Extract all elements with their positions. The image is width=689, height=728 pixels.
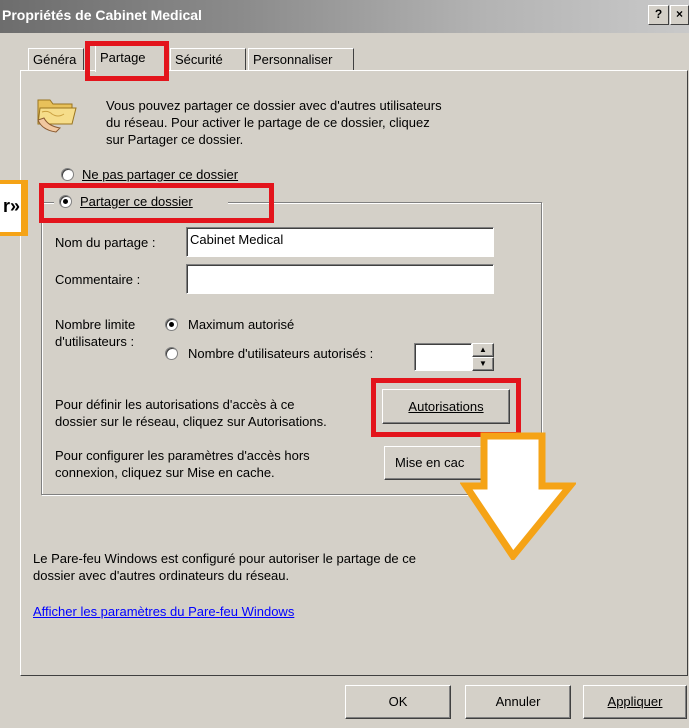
shared-folder-icon <box>37 99 77 133</box>
permissions-text: Pour définir les autorisations d'accès à… <box>55 396 327 430</box>
apply-button[interactable]: Appliquer <box>583 685 687 719</box>
share-name-input[interactable]: Cabinet Medical <box>186 227 494 257</box>
tab-personnaliser[interactable]: Personnaliser <box>248 48 354 70</box>
highlight-partage-tab <box>85 41 169 81</box>
max-users-label[interactable]: Maximum autorisé <box>188 316 294 333</box>
properties-dialog: Propriétés de Cabinet Medical ? × Généra… <box>0 0 689 728</box>
firewall-text: Le Pare-feu Windows est configuré pour a… <box>33 550 416 584</box>
help-button[interactable]: ? <box>648 5 669 25</box>
intro-line-2: du réseau. Pour activer le partage de ce… <box>106 115 430 130</box>
highlight-share-radio <box>39 183 274 223</box>
down-arrow-icon <box>460 432 576 560</box>
callout-text: r» <box>0 184 21 232</box>
user-limit-label-2: d'utilisateurs : <box>55 334 135 349</box>
user-count-radio[interactable] <box>165 347 178 360</box>
tab-securite[interactable]: Sécurité <box>170 48 246 70</box>
no-share-label[interactable]: Ne pas partager ce dossier <box>82 166 238 183</box>
user-limit-label-1: Nombre limite <box>55 317 136 332</box>
window-title: Propriétés de Cabinet Medical <box>2 7 202 23</box>
max-users-radio[interactable] <box>165 318 178 331</box>
title-bar[interactable]: Propriétés de Cabinet Medical ? × <box>0 0 689 33</box>
permissions-text-1: Pour définir les autorisations d'accès à… <box>55 397 295 412</box>
tab-general[interactable]: Généra <box>28 48 84 70</box>
close-button[interactable]: × <box>670 5 689 25</box>
highlight-permissions-button <box>371 378 521 437</box>
user-count-label[interactable]: Nombre d'utilisateurs autorisés : <box>188 345 373 362</box>
comment-label: Commentaire : <box>55 272 141 287</box>
spinner-up-button[interactable]: ▲ <box>472 343 494 357</box>
ok-button[interactable]: OK <box>345 685 451 719</box>
permissions-text-2: dossier sur le réseau, cliquez sur Autor… <box>55 414 327 429</box>
firewall-settings-link[interactable]: Afficher les paramètres du Pare-feu Wind… <box>33 603 294 620</box>
caching-text-1: Pour configurer les paramètres d'accès h… <box>55 448 310 463</box>
no-share-radio[interactable] <box>61 168 74 181</box>
cancel-button[interactable]: Annuler <box>465 685 571 719</box>
firewall-text-1: Le Pare-feu Windows est configuré pour a… <box>33 551 416 566</box>
intro-line-3: sur Partager ce dossier. <box>106 132 244 147</box>
share-name-label: Nom du partage : <box>55 235 156 250</box>
user-limit-label: Nombre limite d'utilisateurs : <box>55 316 135 350</box>
caching-text-2: connexion, cliquez sur Mise en cache. <box>55 465 275 480</box>
intro-line-1: Vous pouvez partager ce dossier avec d'a… <box>106 98 442 113</box>
caching-text: Pour configurer les paramètres d'accès h… <box>55 447 310 481</box>
spinner-down-button[interactable]: ▼ <box>472 357 494 371</box>
user-count-spinner-input[interactable] <box>414 343 472 371</box>
firewall-text-2: dossier avec d'autres ordinateurs du rés… <box>33 568 290 583</box>
comment-input[interactable] <box>186 264 494 294</box>
intro-text: Vous pouvez partager ce dossier avec d'a… <box>106 97 442 148</box>
no-share-mnemonic: Ne pas partager ce dossier <box>82 167 239 182</box>
apply-button-label: Appliquer <box>607 694 663 709</box>
